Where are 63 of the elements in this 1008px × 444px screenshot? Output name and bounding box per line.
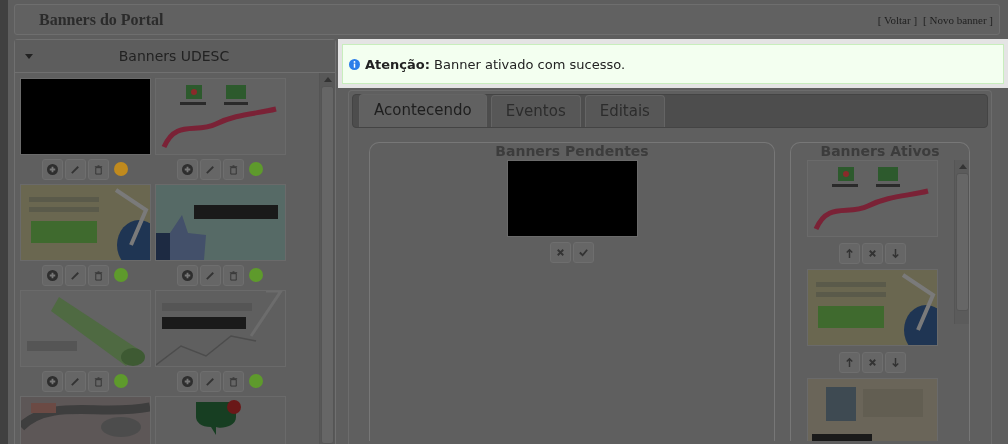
remove-button[interactable] bbox=[862, 351, 883, 373]
move-down-button[interactable] bbox=[885, 351, 906, 373]
approve-button[interactable] bbox=[573, 241, 594, 263]
scroll-up-icon[interactable] bbox=[323, 77, 332, 82]
remove-button[interactable] bbox=[862, 242, 883, 264]
delete-button[interactable] bbox=[87, 370, 109, 392]
delete-button[interactable] bbox=[87, 158, 109, 180]
add-button[interactable] bbox=[176, 370, 198, 392]
delete-button[interactable] bbox=[222, 158, 244, 180]
checkmark-icon bbox=[578, 246, 589, 258]
scroll-up-icon[interactable] bbox=[958, 164, 967, 169]
scrollbar[interactable] bbox=[954, 160, 969, 324]
edit-button[interactable] bbox=[64, 158, 86, 180]
edit-button[interactable] bbox=[199, 370, 221, 392]
edit-button[interactable] bbox=[199, 158, 221, 180]
add-button[interactable] bbox=[41, 158, 63, 180]
notification-text: Atenção: Banner ativado com sucesso. bbox=[365, 56, 626, 72]
edit-button[interactable] bbox=[199, 264, 221, 286]
pencil-icon bbox=[69, 269, 81, 281]
reject-button[interactable] bbox=[550, 241, 571, 263]
arrow-down-icon bbox=[890, 247, 901, 259]
edit-button[interactable] bbox=[64, 264, 86, 286]
arrow-up-icon bbox=[844, 356, 855, 368]
trash-icon bbox=[227, 269, 239, 281]
close-icon bbox=[867, 356, 878, 368]
header-link[interactable]: [ Voltar ] bbox=[877, 13, 918, 26]
pencil-icon bbox=[69, 163, 81, 175]
plus-icon bbox=[181, 375, 193, 387]
move-down-button[interactable] bbox=[885, 242, 906, 264]
pencil-icon bbox=[204, 163, 216, 175]
close-icon bbox=[867, 247, 878, 259]
arrow-up-icon bbox=[844, 247, 855, 259]
move-up-button[interactable] bbox=[839, 351, 860, 373]
trash-icon bbox=[92, 375, 104, 387]
add-button[interactable] bbox=[176, 158, 198, 180]
add-button[interactable] bbox=[41, 264, 63, 286]
move-up-button[interactable] bbox=[839, 242, 860, 264]
plus-icon bbox=[46, 163, 58, 175]
scrollbar[interactable] bbox=[319, 73, 335, 444]
plus-icon bbox=[46, 269, 58, 281]
sidebar-header[interactable]: Banners UDESC bbox=[15, 40, 335, 73]
add-button[interactable] bbox=[41, 370, 63, 392]
pencil-icon bbox=[69, 375, 81, 387]
trash-icon bbox=[92, 163, 104, 175]
trash-icon bbox=[92, 269, 104, 281]
pencil-icon bbox=[204, 375, 216, 387]
delete-button[interactable] bbox=[222, 370, 244, 392]
delete-button[interactable] bbox=[222, 264, 244, 286]
arrow-down-icon bbox=[890, 356, 901, 368]
close-icon bbox=[555, 246, 566, 258]
plus-icon bbox=[181, 269, 193, 281]
plus-icon bbox=[46, 375, 58, 387]
edit-button[interactable] bbox=[64, 370, 86, 392]
trash-icon bbox=[227, 375, 239, 387]
info-icon bbox=[349, 58, 360, 70]
pencil-icon bbox=[204, 269, 216, 281]
add-button[interactable] bbox=[176, 264, 198, 286]
delete-button[interactable] bbox=[87, 264, 109, 286]
sidebar-title: Banners UDESC bbox=[117, 48, 231, 64]
plus-icon bbox=[181, 163, 193, 175]
tab[interactable]: Acontecendo bbox=[359, 94, 487, 127]
trash-icon bbox=[227, 163, 239, 175]
collapse-icon[interactable] bbox=[25, 53, 33, 59]
